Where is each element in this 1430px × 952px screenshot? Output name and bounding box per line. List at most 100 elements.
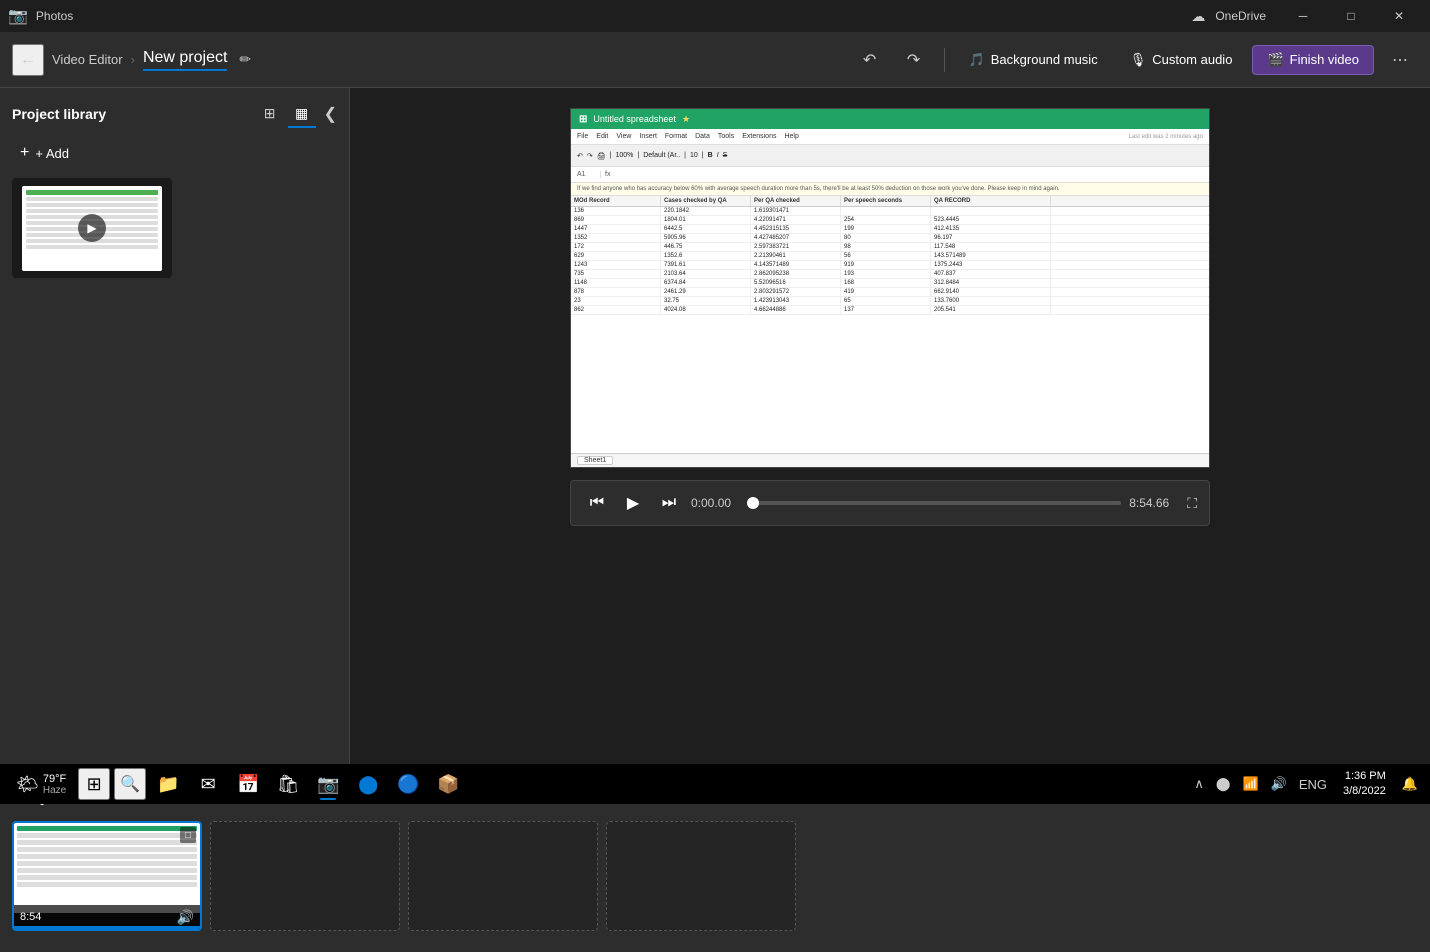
- taskbar-app-store[interactable]: 🛍: [270, 766, 306, 802]
- media-thumbnail-1[interactable]: ▶: [12, 178, 172, 278]
- toolbar-bold: B: [708, 152, 713, 159]
- view-grid-button[interactable]: ⊞: [256, 100, 284, 128]
- ss-line-2: [26, 203, 158, 207]
- finish-video-label: Finish video: [1290, 52, 1359, 67]
- add-media-button[interactable]: + + Add: [12, 140, 337, 166]
- clip-ss-row-3: [17, 847, 197, 852]
- clip-1[interactable]: 8:54 🔊 □: [12, 821, 202, 931]
- taskbar-app-photos[interactable]: 📷: [310, 766, 346, 802]
- more-options-button[interactable]: ⋯: [1382, 42, 1418, 78]
- ss-cell-7-5: 1375.2443: [931, 261, 1051, 269]
- menu-data: Data: [695, 133, 710, 140]
- clip-ss-row-7: [17, 875, 197, 880]
- ss-cell-12-3: 4.66244886: [751, 306, 841, 314]
- play-button[interactable]: ▶: [619, 489, 647, 517]
- ss-cell-6-2: 1352.6: [661, 252, 751, 260]
- redo-button[interactable]: ↷: [896, 42, 932, 78]
- audio-icon: 🎙: [1130, 52, 1147, 68]
- dropbox-icon: 📦: [437, 774, 459, 795]
- ss-grid: MOd Record Cases checked by QA Per QA ch…: [571, 196, 1209, 315]
- ss-cell-6-4: 56: [841, 252, 931, 260]
- ss-cell-3-4: 199: [841, 225, 931, 233]
- toolbar: ← Video Editor › New project ✏ ↶ ↷ 🎵 Bac…: [0, 32, 1430, 88]
- taskbar-app-edge[interactable]: ⬤: [350, 766, 386, 802]
- ss-formula-bar: A1 fx: [571, 167, 1209, 183]
- ss-cell-1-2: 220.1842: [661, 207, 751, 215]
- chrome-icon: 🔵: [397, 774, 419, 795]
- ss-cell-9-3: 5.52096516: [751, 279, 841, 287]
- notification-icon[interactable]: 🔔: [1398, 774, 1422, 794]
- progress-bar[interactable]: [749, 501, 1121, 505]
- volume-icon[interactable]: 🔊: [1267, 774, 1291, 794]
- ss-col-header-1: MOd Record: [571, 196, 661, 206]
- toolbar-sep1: |: [610, 152, 612, 159]
- custom-audio-button[interactable]: 🎙 Custom audio: [1118, 46, 1245, 74]
- toolbar-zoom: 100%: [615, 152, 633, 159]
- ss-cell-11-1: 23: [571, 297, 661, 305]
- ss-cell-10-4: 419: [841, 288, 931, 296]
- ss-cell-9-4: 168: [841, 279, 931, 287]
- ss-col-header-3: Per QA checked: [751, 196, 841, 206]
- taskbar-app-mail[interactable]: ✉: [190, 766, 226, 802]
- background-music-button[interactable]: 🎵 Background music: [957, 46, 1110, 74]
- taskbar-app-files[interactable]: 📁: [150, 766, 186, 802]
- weather-widget[interactable]: 🌤 79°F Haze: [8, 773, 74, 796]
- ss-column-headers: MOd Record Cases checked by QA Per QA ch…: [571, 196, 1209, 207]
- active-indicator: [320, 798, 336, 800]
- ss-sheet-tabs: Sheet1: [571, 453, 1209, 467]
- taskbar-app-calendar[interactable]: 📅: [230, 766, 266, 802]
- close-button[interactable]: ✕: [1376, 0, 1422, 32]
- previous-frame-button[interactable]: ⏮: [583, 489, 611, 517]
- undo-button[interactable]: ↶: [852, 42, 888, 78]
- collapse-sidebar-button[interactable]: ❮: [324, 104, 337, 124]
- ss-cell-6-5: 143.571489: [931, 252, 1051, 260]
- toolbar-font: Default (Ar..: [643, 152, 680, 159]
- ss-cell-2-5: 523.4445: [931, 216, 1051, 224]
- menu-format: Format: [665, 133, 687, 140]
- clip-volume-icon: 🔊: [177, 909, 194, 926]
- chevron-up-icon[interactable]: ∧: [1190, 774, 1208, 794]
- music-icon: 🎵: [969, 52, 985, 68]
- menu-insert: Insert: [639, 133, 657, 140]
- ss-row-5: 172 446.75 2.597383721 98 117.548: [571, 243, 1209, 252]
- ss-line-1: [26, 197, 158, 201]
- finish-video-button[interactable]: 🎬 Finish video: [1252, 45, 1374, 75]
- maximize-button[interactable]: □: [1328, 0, 1374, 32]
- search-button[interactable]: 🔍: [114, 768, 146, 800]
- photos-icon: 📷: [317, 774, 339, 795]
- taskbar-app-chrome[interactable]: 🔵: [390, 766, 426, 802]
- start-button[interactable]: ⊞: [78, 768, 110, 800]
- fullscreen-button[interactable]: ⛶: [1187, 495, 1197, 512]
- ss-row-9: 1148 6374.84 5.52096516 168 312.8484: [571, 279, 1209, 288]
- ss-row-3: 1447 6442.5 4.452315135 199 412.4135: [571, 225, 1209, 234]
- project-library-sidebar: Project library ⊞ ▦ ❮ + + Add: [0, 88, 350, 772]
- fast-forward-button[interactable]: ⏭: [655, 489, 683, 517]
- language-indicator[interactable]: ENG: [1295, 775, 1331, 794]
- onedrive-label: OneDrive: [1215, 9, 1266, 23]
- title-bar-icon: 📷: [8, 6, 28, 26]
- ss-cell-2-4: 254: [841, 216, 931, 224]
- back-button[interactable]: ←: [12, 44, 44, 76]
- ss-cell-2-3: 4.22091471: [751, 216, 841, 224]
- clock-date: 3/8/2022: [1343, 784, 1386, 799]
- minimize-button[interactable]: ─: [1280, 0, 1326, 32]
- clock[interactable]: 1:36 PM 3/8/2022: [1335, 769, 1394, 800]
- ss-cell-7-2: 7391.61: [661, 261, 751, 269]
- ss-cell-4-3: 4.427485207: [751, 234, 841, 242]
- ss-cell-4-1: 1352: [571, 234, 661, 242]
- preview-spreadsheet: ⊞ Untitled spreadsheet ★ File Edit View …: [571, 109, 1209, 467]
- view-list-button[interactable]: ▦: [288, 100, 316, 128]
- ss-star-icon: ★: [682, 114, 690, 125]
- ss-row-7: 1243 7391.61 4.143571489 919 1375.2443: [571, 261, 1209, 270]
- ss-cell-6-3: 2.21390461: [751, 252, 841, 260]
- weather-info: 79°F Haze: [43, 773, 66, 796]
- storyboard-clips: 8:54 🔊 □: [12, 821, 1418, 939]
- ss-cell-8-4: 193: [841, 270, 931, 278]
- clip-ss-row-8: [17, 882, 197, 887]
- taskbar-app-dropbox[interactable]: 📦: [430, 766, 466, 802]
- ss-cell-5-4: 98: [841, 243, 931, 251]
- edit-title-icon[interactable]: ✏: [239, 51, 251, 68]
- ss-cell-7-3: 4.143571489: [751, 261, 841, 269]
- ss-cell-10-5: 662.9140: [931, 288, 1051, 296]
- ss-cell-12-1: 862: [571, 306, 661, 314]
